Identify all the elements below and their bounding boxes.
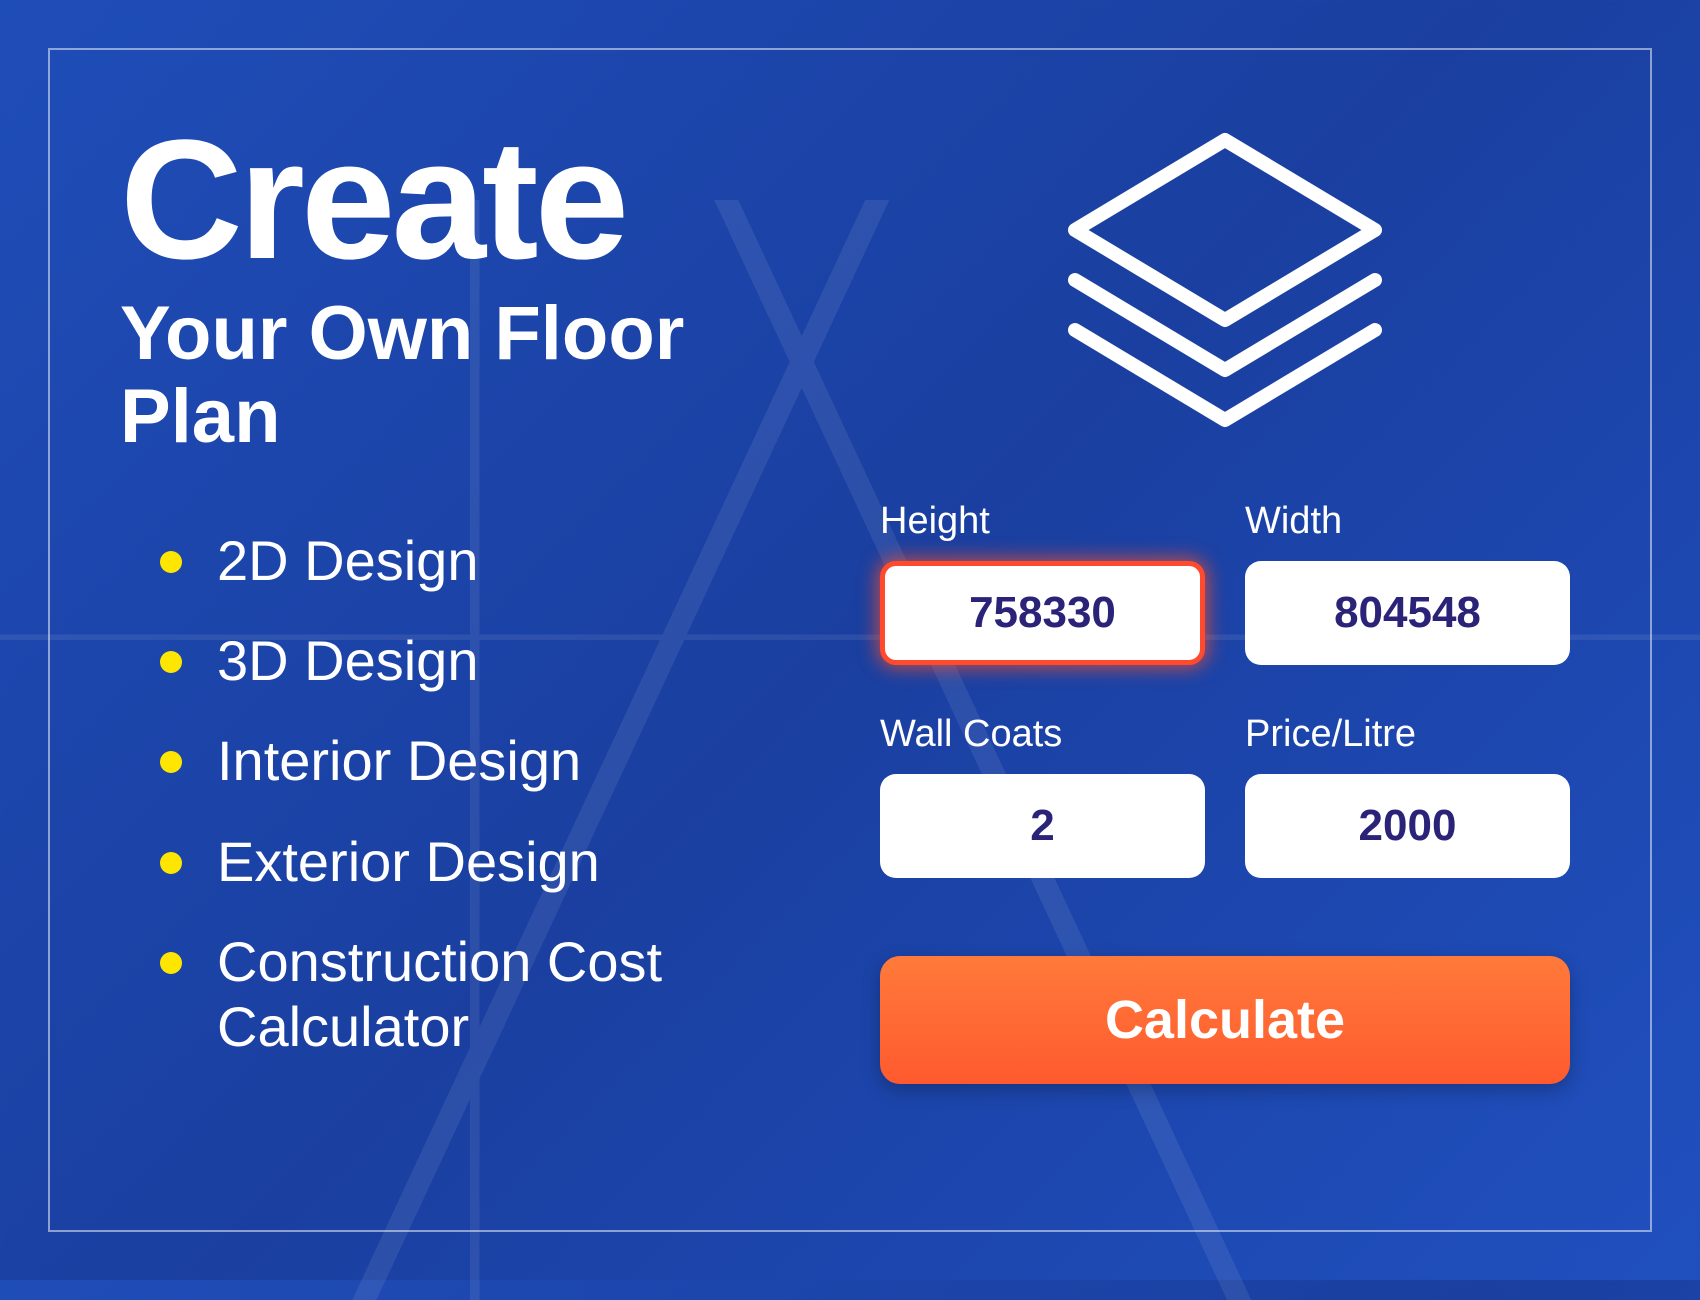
left-column: Create Your Own Floor Plan 2D Design 3D … bbox=[120, 110, 830, 1170]
hero-subtitle: Your Own Floor Plan bbox=[120, 292, 830, 459]
bullet-icon bbox=[160, 551, 182, 573]
price-field: Price/Litre bbox=[1245, 713, 1570, 878]
feature-label: 2D Design bbox=[217, 529, 478, 593]
hero-title: Create bbox=[120, 120, 830, 282]
price-input[interactable] bbox=[1245, 774, 1570, 878]
feature-label: 3D Design bbox=[217, 629, 478, 693]
height-input[interactable] bbox=[880, 561, 1205, 665]
bullet-icon bbox=[160, 852, 182, 874]
right-column: Height Width Wall Coats Price/Litre Calc… bbox=[870, 110, 1580, 1170]
layers-icon bbox=[1045, 120, 1405, 440]
feature-item: 2D Design bbox=[160, 529, 830, 593]
feature-item: Exterior Design bbox=[160, 830, 830, 894]
feature-item: Interior Design bbox=[160, 729, 830, 793]
height-field: Height bbox=[880, 500, 1205, 665]
calculator-form: Height Width Wall Coats Price/Litre Calc… bbox=[870, 500, 1580, 1084]
main-frame: Create Your Own Floor Plan 2D Design 3D … bbox=[48, 48, 1652, 1232]
width-label: Width bbox=[1245, 500, 1570, 543]
coats-label: Wall Coats bbox=[880, 713, 1205, 756]
feature-item: 3D Design bbox=[160, 629, 830, 693]
bullet-icon bbox=[160, 751, 182, 773]
width-input[interactable] bbox=[1245, 561, 1570, 665]
price-label: Price/Litre bbox=[1245, 713, 1570, 756]
feature-label: Construction Cost Calculator bbox=[217, 930, 830, 1059]
bullet-icon bbox=[160, 651, 182, 673]
calculate-button[interactable]: Calculate bbox=[880, 956, 1570, 1084]
feature-list: 2D Design 3D Design Interior Design Exte… bbox=[120, 529, 830, 1059]
coats-field: Wall Coats bbox=[880, 713, 1205, 878]
bullet-icon bbox=[160, 952, 182, 974]
width-field: Width bbox=[1245, 500, 1570, 665]
height-label: Height bbox=[880, 500, 1205, 543]
feature-label: Interior Design bbox=[217, 729, 581, 793]
feature-item: Construction Cost Calculator bbox=[160, 930, 830, 1059]
feature-label: Exterior Design bbox=[217, 830, 600, 894]
coats-input[interactable] bbox=[880, 774, 1205, 878]
